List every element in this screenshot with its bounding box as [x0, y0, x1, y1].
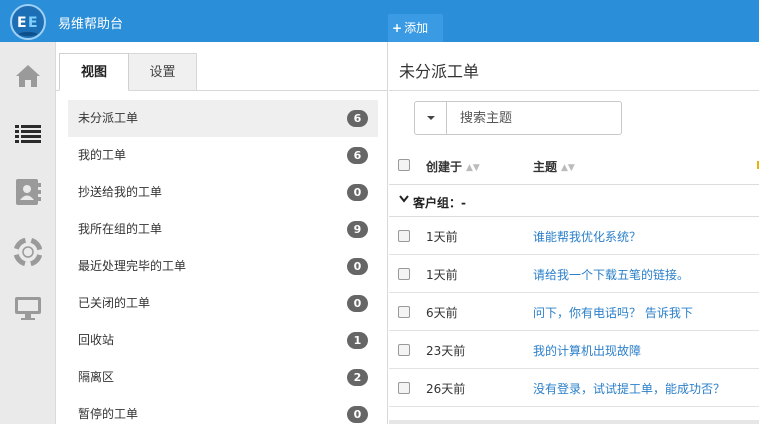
count-badge: 6 [347, 147, 368, 164]
view-item-label: 回收站 [78, 333, 115, 347]
view-list: 未分派工单 6 我的工单 6 抄送给我的工单 0 我所在组的工单 9 最近处理完… [68, 100, 378, 433]
column-created[interactable]: 创建于 ▲▼ [426, 158, 480, 175]
svg-text:E: E [17, 15, 27, 31]
row-subject-link[interactable]: 问下，你有电话吗？ 告诉我下 [533, 304, 693, 321]
monitor-icon [15, 297, 41, 320]
main-content: 未分派工单 创建于▲▼ 主题▲▼ 客户组：- 1天前 谁能帮我优化系统？ 1天前… [389, 42, 759, 424]
view-item-label: 已关闭的工单 [78, 296, 151, 310]
search-scope-dropdown[interactable] [415, 102, 447, 134]
view-item-quarantine[interactable]: 隔离区 2 [68, 359, 378, 396]
nav-help[interactable] [0, 222, 56, 282]
view-item-closed[interactable]: 已关闭的工单 0 [68, 285, 378, 322]
chevron-down-icon [399, 195, 409, 203]
column-subject[interactable]: 主题 ▲▼ [533, 158, 575, 175]
table-row[interactable]: 23天前 我的计算机出现故障 [389, 331, 759, 369]
nav-monitor[interactable] [0, 278, 56, 338]
panel-tabs: 视图 设置 [56, 42, 388, 91]
count-badge: 0 [347, 295, 368, 312]
count-badge: 9 [347, 221, 368, 238]
row-checkbox[interactable] [398, 230, 410, 242]
view-item-recycle-bin[interactable]: 回收站 1 [68, 322, 378, 359]
view-item-my-tickets[interactable]: 我的工单 6 [68, 137, 378, 174]
row-checkbox[interactable] [398, 344, 410, 356]
column-subject-label: 主题 [533, 160, 558, 174]
count-badge: 6 [347, 110, 368, 127]
contacts-icon [16, 179, 41, 205]
row-checkbox[interactable] [398, 382, 410, 394]
count-badge: 0 [347, 258, 368, 275]
view-item-label: 我所在组的工单 [78, 222, 163, 236]
group-row[interactable]: 客户组：- [389, 185, 759, 217]
table-row[interactable]: 1天前 谁能帮我优化系统？ [389, 217, 759, 255]
view-item-unassigned[interactable]: 未分派工单 6 [68, 100, 378, 137]
page-title: 未分派工单 [399, 62, 480, 81]
group-label: 客户组：- [413, 196, 466, 210]
select-all-checkbox[interactable] [398, 159, 410, 171]
plus-icon: + [392, 21, 403, 35]
count-badge: 1 [347, 332, 368, 349]
row-created: 6天前 [426, 306, 458, 320]
row-checkbox[interactable] [398, 306, 410, 318]
nav-list[interactable] [0, 104, 56, 164]
nav-contacts[interactable] [0, 162, 56, 222]
view-item-label: 我的工单 [78, 148, 127, 162]
view-item-cc-to-me[interactable]: 抄送给我的工单 0 [68, 174, 378, 211]
search-input[interactable] [448, 102, 620, 134]
top-bar: E E 易维帮助台 + 添加 [0, 0, 759, 42]
row-created: 23天前 [426, 344, 466, 358]
row-checkbox[interactable] [398, 268, 410, 280]
search-box [414, 101, 622, 135]
view-item-recently-solved[interactable]: 最近处理完毕的工单 0 [68, 248, 378, 285]
view-item-label: 最近处理完毕的工单 [78, 259, 187, 273]
caret-down-icon [427, 116, 435, 120]
count-badge: 0 [347, 184, 368, 201]
row-subject-link[interactable]: 没有登录，试试提工单，能成功否？ [533, 380, 725, 397]
row-subject-link[interactable]: 谁能帮我优化系统？ [533, 228, 641, 245]
table-header: 创建于 ▲▼ 主题 ▲▼ [389, 145, 759, 185]
app-logo[interactable]: E E [8, 3, 48, 41]
view-item-my-groups[interactable]: 我所在组的工单 9 [68, 211, 378, 248]
nav-home[interactable] [0, 46, 56, 106]
help-lifebuoy-icon [14, 238, 42, 266]
svg-text:E: E [28, 15, 38, 31]
view-item-label: 隔离区 [78, 370, 115, 384]
row-created: 1天前 [426, 230, 458, 244]
count-badge: 0 [347, 406, 368, 423]
view-item-label: 暂停的工单 [78, 407, 139, 421]
count-badge: 2 [347, 369, 368, 386]
table-row[interactable]: 6天前 问下，你有电话吗？ 告诉我下 [389, 293, 759, 331]
view-item-label: 未分派工单 [78, 111, 139, 125]
row-subject-link[interactable]: 我的计算机出现故障 [533, 342, 641, 359]
divider [389, 90, 759, 91]
row-created: 26天前 [426, 382, 466, 396]
app-title: 易维帮助台 [58, 17, 124, 32]
left-nav [0, 42, 56, 424]
column-created-label: 创建于 [426, 160, 463, 174]
add-button[interactable]: + 添加 [388, 14, 443, 42]
sort-icon: ▲▼ [561, 163, 575, 173]
add-button-label: 添加 [404, 21, 429, 35]
sort-icon: ▲▼ [466, 163, 480, 173]
view-item-label: 抄送给我的工单 [78, 185, 163, 199]
tab-settings[interactable]: 设置 [129, 53, 197, 91]
view-item-suspended[interactable]: 暂停的工单 0 [68, 396, 378, 433]
list-icon [15, 125, 41, 143]
views-panel: 视图 设置 未分派工单 6 我的工单 6 抄送给我的工单 0 我所在组的工单 9… [56, 42, 388, 424]
table-row[interactable]: 26天前 没有登录，试试提工单，能成功否？ [389, 369, 759, 407]
table-footer-divider [389, 420, 759, 424]
row-subject-link[interactable]: 请给我一个下载五笔的链接。 [533, 266, 689, 283]
tab-view[interactable]: 视图 [59, 53, 129, 91]
row-created: 1天前 [426, 268, 458, 282]
table-row[interactable]: 1天前 请给我一个下载五笔的链接。 [389, 255, 759, 293]
home-icon [16, 65, 40, 87]
